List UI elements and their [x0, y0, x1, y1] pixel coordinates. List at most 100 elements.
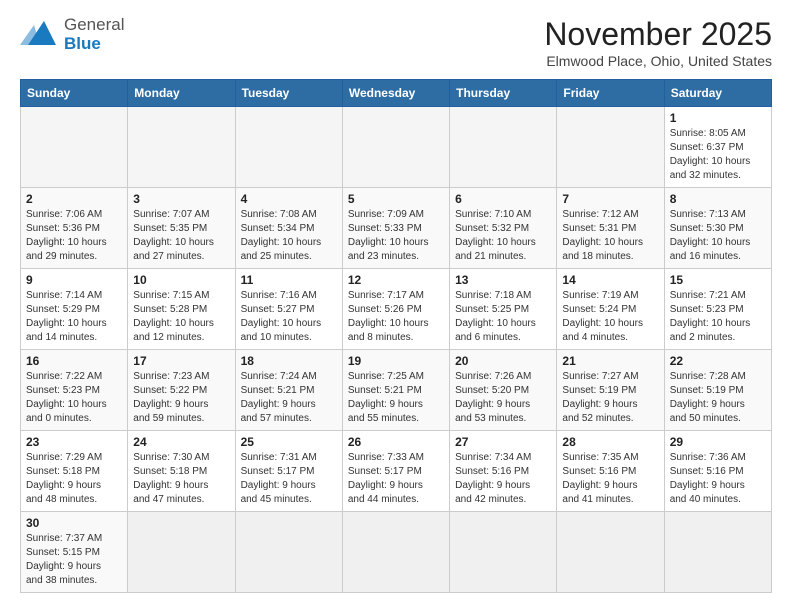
day-number: 9 — [26, 273, 122, 287]
day-cell: 1Sunrise: 8:05 AM Sunset: 6:37 PM Daylig… — [664, 107, 771, 188]
day-cell: 24Sunrise: 7:30 AM Sunset: 5:18 PM Dayli… — [128, 431, 235, 512]
day-cell: 12Sunrise: 7:17 AM Sunset: 5:26 PM Dayli… — [342, 269, 449, 350]
title-block: November 2025 Elmwood Place, Ohio, Unite… — [544, 16, 772, 69]
day-cell: 7 Sunrise: 7:12 AM Sunset: 5:31 PM Daylig… — [557, 188, 664, 269]
day-info: Sunrise: 7:21 AM Sunset: 5:23 PM Dayligh… — [670, 289, 766, 345]
day-info: Sunrise: 7:17 AM Sunset: 5:26 PM Dayligh… — [348, 289, 444, 345]
day-info: Sunrise: 7:16 AM Sunset: 5:27 PM Dayligh… — [241, 289, 337, 345]
day-info: Sunrise: 7:07 AM Sunset: 5:35 PM Dayligh… — [133, 208, 229, 264]
day-number: 13 — [455, 273, 551, 287]
day-cell: 13 Sunrise: 7:18 AM Sunset: 5:25 PM Dayli… — [450, 269, 557, 350]
day-number: 4 — [241, 192, 337, 206]
week-row-3: 9Sunrise: 7:14 AM Sunset: 5:29 PM Daylig… — [21, 269, 772, 350]
page: General Blue November 2025 Elmwood Place… — [0, 0, 792, 603]
day-cell — [450, 107, 557, 188]
day-number: 14 — [562, 273, 658, 287]
day-info: Sunrise: 7:28 AM Sunset: 5:19 PM Dayligh… — [670, 370, 766, 426]
day-info: Sunrise: 7:31 AM Sunset: 5:17 PM Dayligh… — [241, 451, 337, 507]
day-cell: 3 Sunrise: 7:07 AM Sunset: 5:35 PM Daylig… — [128, 188, 235, 269]
day-info: Sunrise: 7:12 AM Sunset: 5:31 PM Dayligh… — [562, 208, 658, 264]
day-header-thursday: Thursday — [450, 80, 557, 107]
day-number: 24 — [133, 435, 229, 449]
day-info: Sunrise: 7:34 AM Sunset: 5:16 PM Dayligh… — [455, 451, 551, 507]
day-info: Sunrise: 7:08 AM Sunset: 5:34 PM Dayligh… — [241, 208, 337, 264]
day-cell: 20Sunrise: 7:26 AM Sunset: 5:20 PM Dayli… — [450, 350, 557, 431]
day-header-sunday: Sunday — [21, 80, 128, 107]
day-number: 16 — [26, 354, 122, 368]
day-number: 17 — [133, 354, 229, 368]
logo-icon — [20, 17, 56, 53]
calendar-table: SundayMondayTuesdayWednesdayThursdayFrid… — [20, 79, 772, 593]
day-cell: 28 Sunrise: 7:35 AM Sunset: 5:16 PM Dayli… — [557, 431, 664, 512]
day-cell: 17Sunrise: 7:23 AM Sunset: 5:22 PM Dayli… — [128, 350, 235, 431]
day-info: Sunrise: 7:22 AM Sunset: 5:23 PM Dayligh… — [26, 370, 122, 426]
day-cell — [342, 512, 449, 593]
logo-text: General Blue — [64, 16, 124, 53]
day-cell — [557, 107, 664, 188]
day-info: Sunrise: 7:35 AM Sunset: 5:16 PM Dayligh… — [562, 451, 658, 507]
day-cell: 23 Sunrise: 7:29 AM Sunset: 5:18 PM Dayli… — [21, 431, 128, 512]
day-number: 10 — [133, 273, 229, 287]
day-cell: 14Sunrise: 7:19 AM Sunset: 5:24 PM Dayli… — [557, 269, 664, 350]
day-cell: 18 Sunrise: 7:24 AM Sunset: 5:21 PM Dayli… — [235, 350, 342, 431]
day-number: 29 — [670, 435, 766, 449]
day-info: Sunrise: 7:06 AM Sunset: 5:36 PM Dayligh… — [26, 208, 122, 264]
day-info: Sunrise: 7:13 AM Sunset: 5:30 PM Dayligh… — [670, 208, 766, 264]
day-number: 30 — [26, 516, 122, 530]
day-number: 3 — [133, 192, 229, 206]
day-header-wednesday: Wednesday — [342, 80, 449, 107]
day-cell — [557, 512, 664, 593]
day-info: Sunrise: 7:37 AM Sunset: 5:15 PM Dayligh… — [26, 532, 122, 588]
day-number: 7 — [562, 192, 658, 206]
day-cell: 30 Sunrise: 7:37 AM Sunset: 5:15 PM Dayli… — [21, 512, 128, 593]
day-cell: 2 Sunrise: 7:06 AM Sunset: 5:36 PM Daylig… — [21, 188, 128, 269]
day-header-saturday: Saturday — [664, 80, 771, 107]
day-number: 21 — [562, 354, 658, 368]
day-number: 1 — [670, 111, 766, 125]
day-header-friday: Friday — [557, 80, 664, 107]
day-cell: 6Sunrise: 7:10 AM Sunset: 5:32 PM Daylig… — [450, 188, 557, 269]
day-info: Sunrise: 7:15 AM Sunset: 5:28 PM Dayligh… — [133, 289, 229, 345]
day-cell — [128, 512, 235, 593]
day-cell: 26Sunrise: 7:33 AM Sunset: 5:17 PM Dayli… — [342, 431, 449, 512]
day-cell: 21Sunrise: 7:27 AM Sunset: 5:19 PM Dayli… — [557, 350, 664, 431]
day-info: Sunrise: 7:26 AM Sunset: 5:20 PM Dayligh… — [455, 370, 551, 426]
day-number: 6 — [455, 192, 551, 206]
day-cell: 25 Sunrise: 7:31 AM Sunset: 5:17 PM Dayli… — [235, 431, 342, 512]
day-cell: 27Sunrise: 7:34 AM Sunset: 5:16 PM Dayli… — [450, 431, 557, 512]
day-info: Sunrise: 7:24 AM Sunset: 5:21 PM Dayligh… — [241, 370, 337, 426]
day-number: 23 — [26, 435, 122, 449]
day-header-tuesday: Tuesday — [235, 80, 342, 107]
day-number: 5 — [348, 192, 444, 206]
day-info: Sunrise: 7:18 AM Sunset: 5:25 PM Dayligh… — [455, 289, 551, 345]
day-cell: 29 Sunrise: 7:36 AM Sunset: 5:16 PM Dayli… — [664, 431, 771, 512]
day-info: Sunrise: 7:33 AM Sunset: 5:17 PM Dayligh… — [348, 451, 444, 507]
general-blue-logo-svg — [20, 17, 56, 53]
day-number: 18 — [241, 354, 337, 368]
day-number: 8 — [670, 192, 766, 206]
day-number: 25 — [241, 435, 337, 449]
day-cell — [664, 512, 771, 593]
day-info: Sunrise: 7:36 AM Sunset: 5:16 PM Dayligh… — [670, 451, 766, 507]
day-info: Sunrise: 7:29 AM Sunset: 5:18 PM Dayligh… — [26, 451, 122, 507]
day-number: 22 — [670, 354, 766, 368]
header: General Blue November 2025 Elmwood Place… — [20, 16, 772, 69]
day-number: 2 — [26, 192, 122, 206]
calendar-body: 1Sunrise: 8:05 AM Sunset: 6:37 PM Daylig… — [21, 107, 772, 593]
day-cell — [21, 107, 128, 188]
day-cell — [235, 107, 342, 188]
day-cell — [450, 512, 557, 593]
day-cell: 16 Sunrise: 7:22 AM Sunset: 5:23 PM Dayli… — [21, 350, 128, 431]
calendar-subtitle: Elmwood Place, Ohio, United States — [544, 53, 772, 69]
day-cell: 5Sunrise: 7:09 AM Sunset: 5:33 PM Daylig… — [342, 188, 449, 269]
day-info: Sunrise: 7:25 AM Sunset: 5:21 PM Dayligh… — [348, 370, 444, 426]
day-cell: 8 Sunrise: 7:13 AM Sunset: 5:30 PM Daylig… — [664, 188, 771, 269]
day-cell: 15 Sunrise: 7:21 AM Sunset: 5:23 PM Dayli… — [664, 269, 771, 350]
week-row-1: 1Sunrise: 8:05 AM Sunset: 6:37 PM Daylig… — [21, 107, 772, 188]
calendar-title: November 2025 — [544, 16, 772, 53]
day-number: 28 — [562, 435, 658, 449]
week-row-5: 23 Sunrise: 7:29 AM Sunset: 5:18 PM Dayli… — [21, 431, 772, 512]
day-number: 15 — [670, 273, 766, 287]
day-number: 19 — [348, 354, 444, 368]
day-cell — [128, 107, 235, 188]
